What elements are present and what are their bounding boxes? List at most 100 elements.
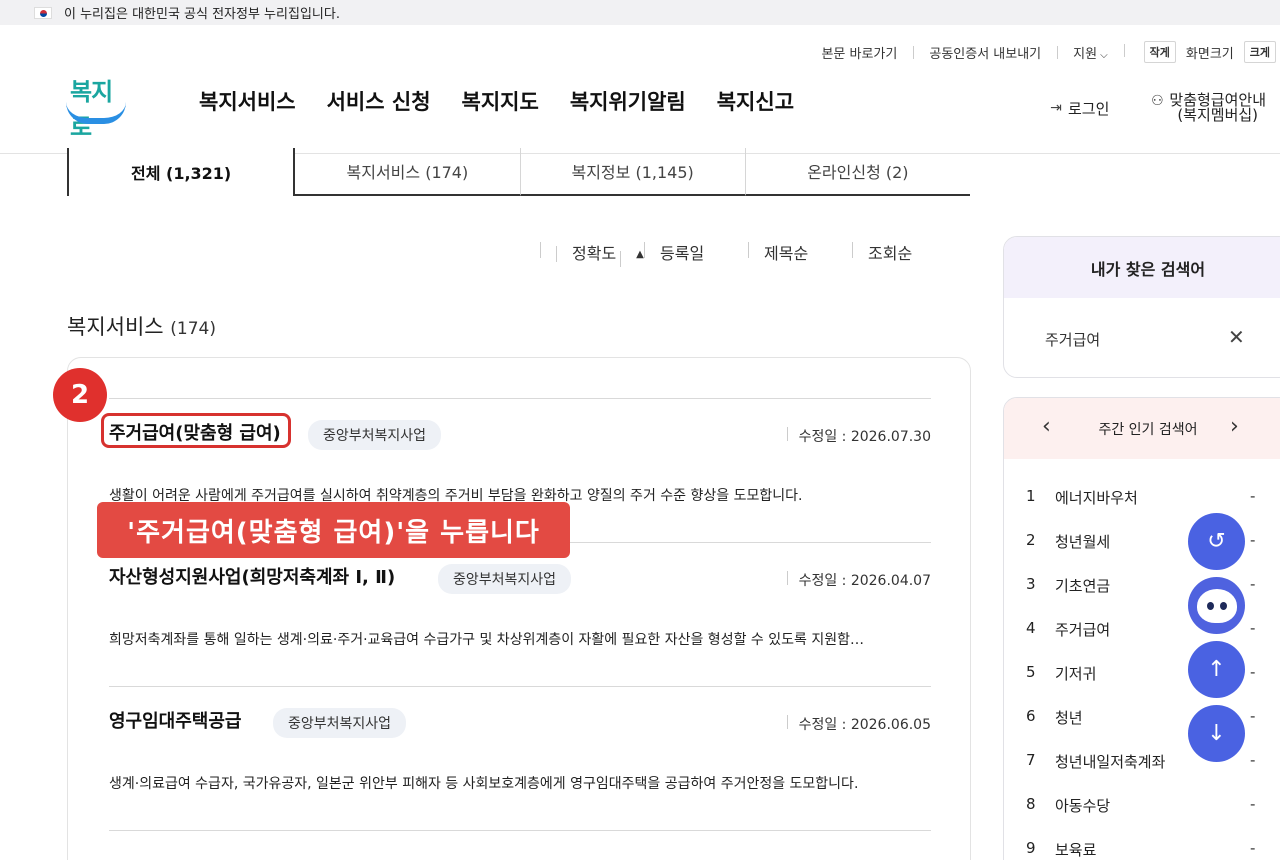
section-title: 복지서비스 (174) bbox=[67, 311, 216, 341]
rank-change: - bbox=[1250, 487, 1256, 505]
history-icon: ↺ bbox=[1207, 529, 1226, 554]
rank-word: 아동수당 bbox=[1055, 797, 1111, 815]
popular-search-header: ‹ 주간 인기 검색어 › bbox=[1004, 398, 1280, 459]
support-label: 지원 bbox=[1073, 46, 1098, 62]
arrow-up-icon: ↑ bbox=[1207, 657, 1226, 682]
popular-item[interactable]: 3 기초연금 bbox=[1026, 575, 1110, 596]
gov-banner: 이 누리집은 대한민국 공식 전자정부 누리집입니다. bbox=[0, 0, 1280, 25]
chevron-left-icon[interactable]: ‹ bbox=[1042, 414, 1051, 439]
recent-view-button[interactable]: ↺ bbox=[1188, 513, 1245, 570]
result-description: 희망저축계좌를 통해 일하는 생계·의료·주거·교육급여 수급가구 및 차상위계… bbox=[109, 632, 864, 648]
nav-welfare-service[interactable]: 복지서비스 bbox=[199, 86, 296, 116]
gov-banner-text: 이 누리집은 대한민국 공식 전자정부 누리집입니다. bbox=[64, 7, 340, 22]
rank-word: 청년 bbox=[1055, 709, 1083, 727]
result-tabs: 전체 (1,321) 복지서비스 (174) 복지정보 (1,145) 온라인신… bbox=[67, 148, 970, 196]
popular-item[interactable]: 2 청년월세 bbox=[1026, 531, 1110, 552]
korea-flag-icon bbox=[34, 6, 52, 19]
login-label: 로그인 bbox=[1067, 99, 1110, 118]
rank-word: 주거급여 bbox=[1055, 621, 1111, 639]
scroll-top-button[interactable]: ↑ bbox=[1188, 641, 1245, 698]
rank-number: 9 bbox=[1026, 839, 1036, 857]
rank-word: 청년내일저축계좌 bbox=[1055, 753, 1166, 771]
modified-date: 수정일 : 2026.06.05 bbox=[786, 714, 931, 734]
login-icon: ⇥ bbox=[1050, 100, 1062, 116]
sort-up-icon: ▲ bbox=[620, 249, 644, 260]
rank-word: 에너지바우처 bbox=[1055, 489, 1138, 507]
membership-button[interactable]: ⚇ 맞춤형급여안내 (복지멤버십) bbox=[1149, 93, 1266, 123]
rank-change: - bbox=[1250, 663, 1256, 681]
popular-item[interactable]: 9 보육료 bbox=[1026, 839, 1096, 860]
sort-views[interactable]: 조회순 bbox=[852, 240, 912, 264]
chevron-right-icon[interactable]: › bbox=[1230, 414, 1239, 439]
rank-number: 1 bbox=[1026, 487, 1036, 505]
membership-line2: (복지멤버십) bbox=[1177, 106, 1259, 124]
sort-accuracy-label: 정확도 bbox=[556, 244, 616, 263]
result-title-link[interactable]: 영구임대주택공급 bbox=[109, 707, 241, 733]
list-divider bbox=[109, 830, 931, 860]
rank-number: 3 bbox=[1026, 575, 1036, 593]
result-title-link[interactable]: 자산형성지원사업(희망저축계좌 Ⅰ, Ⅱ) bbox=[109, 563, 395, 589]
tab-all[interactable]: 전체 (1,321) bbox=[67, 148, 296, 196]
rank-number: 7 bbox=[1026, 751, 1036, 769]
modified-date: 수정일 : 2026.07.30 bbox=[786, 426, 931, 446]
category-tag: 중앙부처복지사업 bbox=[438, 564, 572, 594]
popular-item[interactable]: 5 기저귀 bbox=[1026, 663, 1096, 684]
my-search-keyword[interactable]: 주거급여 bbox=[1045, 329, 1100, 350]
category-tag: 중앙부처복지사업 bbox=[308, 420, 442, 450]
result-description: 생계·의료급여 수급자, 국가유공자, 일본군 위안부 피해자 등 사회보호계층… bbox=[109, 776, 859, 792]
list-item: 영구임대주택공급 중앙부처복지사업 수정일 : 2026.06.05 생계·의료… bbox=[109, 686, 931, 830]
highlight-box bbox=[101, 413, 291, 448]
rank-word: 보육료 bbox=[1055, 841, 1097, 859]
scroll-bottom-button[interactable]: ↓ bbox=[1188, 705, 1245, 762]
rank-number: 4 bbox=[1026, 619, 1036, 637]
membership-label: 맞춤형급여안내 (복지멤버십) bbox=[1169, 93, 1266, 123]
sort-options: 정확도 ▲ 등록일 제목순 조회순 bbox=[540, 240, 912, 264]
login-button[interactable]: ⇥ 로그인 bbox=[1048, 93, 1109, 123]
close-icon[interactable]: ✕ bbox=[1228, 325, 1245, 349]
modified-date: 수정일 : 2026.04.07 bbox=[786, 570, 931, 590]
font-smaller-button[interactable]: 작게 bbox=[1143, 41, 1176, 63]
nav-welfare-report[interactable]: 복지신고 bbox=[717, 86, 794, 116]
popular-item[interactable]: 4 주거급여 bbox=[1026, 619, 1110, 640]
export-cert-link[interactable]: 공동인증서 내보내기 bbox=[913, 43, 1057, 62]
popular-item[interactable]: 1 에너지바우처 bbox=[1026, 487, 1138, 508]
rank-word: 청년월세 bbox=[1055, 533, 1111, 551]
rank-change: - bbox=[1250, 619, 1256, 637]
support-menu[interactable]: 지원 ⌵ bbox=[1057, 43, 1124, 62]
chatbot-button[interactable] bbox=[1188, 577, 1245, 634]
tab-online-apply[interactable]: 온라인신청 (2) bbox=[744, 148, 970, 196]
site-logo[interactable]: 복지로 bbox=[66, 72, 128, 141]
nav-service-apply[interactable]: 서비스 신청 bbox=[327, 86, 431, 116]
rank-change: - bbox=[1250, 839, 1256, 857]
step-badge: 2 bbox=[53, 368, 107, 422]
category-tag: 중앙부처복지사업 bbox=[273, 708, 407, 738]
popular-item[interactable]: 8 아동수당 bbox=[1026, 795, 1110, 816]
skip-to-content-link[interactable]: 본문 바로가기 bbox=[805, 43, 913, 62]
rank-change: - bbox=[1250, 575, 1256, 593]
rank-word: 기초연금 bbox=[1055, 577, 1111, 595]
sort-accuracy[interactable]: 정확도 ▲ bbox=[540, 240, 644, 264]
section-title-text: 복지서비스 bbox=[67, 315, 164, 339]
nav-welfare-map[interactable]: 복지지도 bbox=[462, 86, 539, 116]
popular-item[interactable]: 7 청년내일저축계좌 bbox=[1026, 751, 1165, 772]
instruction-callout: '주거급여(맞춤형 급여)'을 누릅니다 bbox=[97, 502, 570, 558]
popular-item[interactable]: 6 청년 bbox=[1026, 707, 1083, 728]
font-size-control: 작게 화면크기 크게 bbox=[1123, 41, 1280, 63]
sort-date[interactable]: 등록일 bbox=[644, 240, 748, 264]
tab-welfare-info[interactable]: 복지정보 (1,145) bbox=[519, 148, 745, 196]
list-item: 자산형성지원사업(희망저축계좌 Ⅰ, Ⅱ) 중앙부처복지사업 수정일 : 202… bbox=[109, 542, 931, 686]
rank-change: - bbox=[1250, 707, 1256, 725]
header-actions: ⇥ 로그인 ⚇ 맞춤형급여안내 (복지멤버십) bbox=[1048, 93, 1266, 123]
nav-crisis-alert[interactable]: 복지위기알림 bbox=[570, 86, 686, 116]
font-larger-button[interactable]: 크게 bbox=[1243, 41, 1276, 63]
rank-number: 6 bbox=[1026, 707, 1036, 725]
user-plus-icon: ⚇ bbox=[1151, 93, 1164, 109]
sort-title[interactable]: 제목순 bbox=[748, 240, 852, 264]
rank-number: 5 bbox=[1026, 663, 1036, 681]
my-search-title: 내가 찾은 검색어 bbox=[1004, 237, 1280, 298]
chatbot-icon bbox=[1196, 588, 1237, 623]
rank-word: 기저귀 bbox=[1055, 665, 1097, 683]
tab-welfare-service[interactable]: 복지서비스 (174) bbox=[295, 148, 520, 196]
arrow-down-icon: ↓ bbox=[1207, 721, 1226, 746]
rank-change: - bbox=[1250, 795, 1256, 813]
